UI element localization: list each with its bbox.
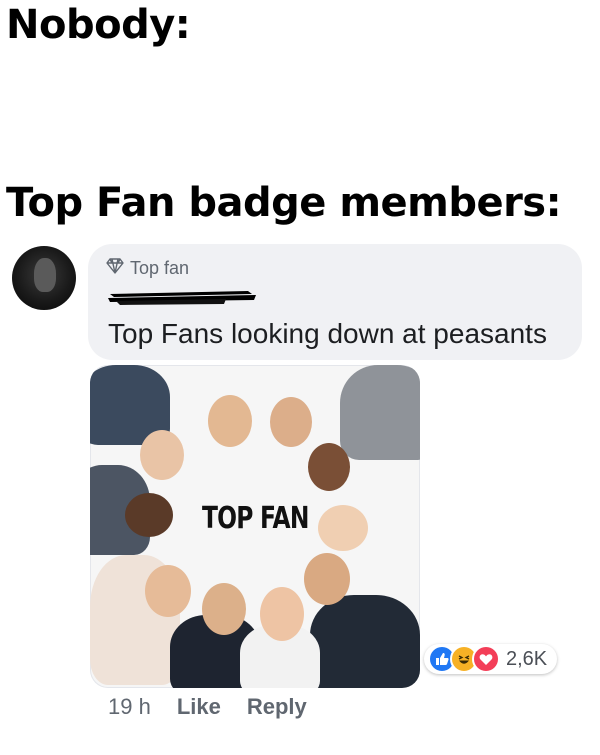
- comment-actions: 19 h Like Reply: [108, 694, 307, 720]
- person-face: [208, 395, 252, 447]
- reactions-summary[interactable]: 2,6K: [424, 644, 558, 674]
- love-icon: [472, 645, 500, 673]
- comment-bubble: Top fan Top Fans looking down at peasant…: [88, 244, 582, 360]
- person-face: [308, 443, 350, 491]
- like-button[interactable]: Like: [177, 694, 221, 720]
- person-figure: [310, 595, 420, 688]
- person-face: [125, 493, 173, 537]
- person-face: [260, 587, 304, 641]
- meme-caption-top-fan: Top Fan badge members:: [6, 180, 562, 226]
- person-face: [318, 505, 368, 551]
- person-face: [304, 553, 350, 605]
- comment-image[interactable]: TOP FAN: [90, 365, 420, 688]
- image-label: TOP FAN: [202, 501, 309, 536]
- reply-button[interactable]: Reply: [247, 694, 307, 720]
- avatar[interactable]: [12, 246, 76, 310]
- badge-label: Top fan: [130, 258, 190, 278]
- redacted-name: [108, 291, 256, 305]
- top-fan-badge[interactable]: Top fan: [106, 258, 189, 279]
- comment-text: Top Fans looking down at peasants: [108, 318, 547, 349]
- meme-caption-nobody: Nobody:: [6, 2, 191, 48]
- person-figure: [340, 365, 420, 460]
- person-face: [145, 565, 191, 617]
- person-face: [270, 397, 312, 447]
- timestamp[interactable]: 19 h: [108, 694, 151, 720]
- reaction-count: 2,6K: [506, 647, 548, 670]
- avatar-face: [34, 258, 56, 292]
- diamond-icon: [106, 258, 124, 279]
- person-face: [202, 583, 246, 635]
- person-face: [140, 430, 184, 480]
